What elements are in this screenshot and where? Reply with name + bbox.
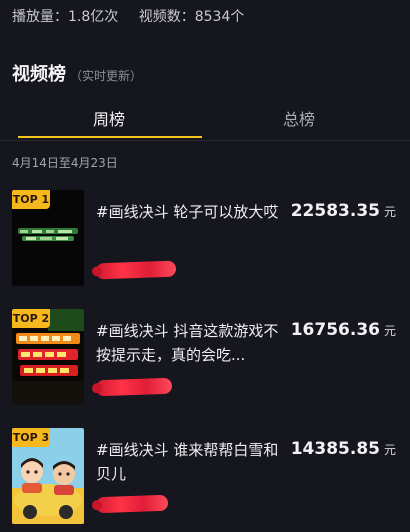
earnings: 22583.35 元 — [291, 201, 396, 221]
active-tab-indicator — [18, 136, 202, 138]
section-subtitle: （实时更新） — [70, 69, 143, 83]
earnings-unit: 元 — [383, 205, 396, 219]
earnings-value: 22583.35 — [290, 201, 380, 221]
earnings: 14385.85 元 — [291, 439, 396, 459]
video-thumbnail[interactable]: TOP 1 — [12, 190, 84, 286]
video-title[interactable]: #画线决斗 抖音这款游戏不按提示走，真的会吃... — [96, 319, 286, 367]
tab-total[interactable]: 总榜 — [210, 106, 388, 130]
earnings-value: 16756.36 — [290, 320, 380, 340]
ranking-tabs: 周榜 总榜 — [0, 100, 410, 140]
rank-badge: TOP 2 — [12, 309, 50, 328]
video-thumbnail[interactable]: TOP 3 — [12, 428, 84, 524]
section-title: 视频榜 — [12, 64, 66, 85]
play-count: 播放量：1.8亿次 — [12, 9, 119, 25]
earnings-value: 14385.85 — [290, 439, 380, 459]
video-thumbnail[interactable]: TOP 2 — [12, 309, 84, 405]
section-header: 视频榜 （实时更新） — [12, 60, 142, 86]
ranking-item[interactable]: TOP 2 #画线决斗 抖音这款游戏不按提示走，真的会吃... 16756.36… — [0, 309, 410, 413]
video-count: 视频数：8534个 — [138, 9, 245, 25]
video-title[interactable]: #画线决斗 轮子可以放大哎 — [96, 200, 286, 224]
date-range: 4月14日至4月23日 — [12, 156, 118, 170]
earnings: 16756.36 元 — [291, 320, 396, 340]
earnings-unit: 元 — [383, 443, 396, 457]
stats-bar: 播放量：1.8亿次 视频数：8534个 — [12, 6, 400, 26]
ranking-item[interactable]: TOP 3 #画线决斗 谁来帮帮白雪和贝儿 14385.85 元 — [0, 428, 410, 532]
earnings-unit: 元 — [383, 324, 396, 338]
redacted-author — [95, 377, 173, 397]
rank-badge: TOP 1 — [12, 190, 50, 209]
redacted-author — [95, 494, 169, 514]
rank-badge: TOP 3 — [12, 428, 50, 447]
tab-weekly[interactable]: 周榜 — [20, 106, 198, 130]
video-title[interactable]: #画线决斗 谁来帮帮白雪和贝儿 — [96, 438, 286, 486]
divider — [0, 140, 410, 141]
ranking-item[interactable]: TOP 1 #画线决斗 轮子可以放大哎 22583.35 元 — [0, 190, 410, 294]
redacted-author — [95, 260, 177, 280]
